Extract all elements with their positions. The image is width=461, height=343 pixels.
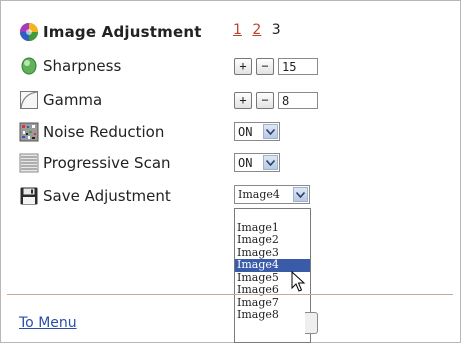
- sharpness-minus-button[interactable]: −: [256, 58, 274, 75]
- page-link-1[interactable]: 1: [233, 22, 242, 38]
- save-adjustment-value: Image4: [238, 188, 280, 201]
- sharpness-icon: [19, 56, 39, 76]
- noise-reduction-control: ON: [234, 122, 280, 141]
- page-title: Image Adjustment: [43, 23, 202, 41]
- sharpness-plus-button[interactable]: +: [234, 58, 252, 75]
- dropdown-option-highlighted[interactable]: Image4: [235, 258, 310, 272]
- noise-icon: [19, 122, 39, 142]
- dropdown-blank-row: [235, 209, 310, 222]
- noise-reduction-value: ON: [238, 124, 253, 139]
- progressive-scan-row: Progressive Scan: [19, 151, 171, 175]
- partially-hidden-button[interactable]: [305, 312, 318, 334]
- progressive-scan-control: ON: [234, 153, 280, 172]
- dropdown-option[interactable]: Image8: [235, 308, 310, 322]
- color-wheel-icon: [19, 22, 39, 42]
- progressive-scan-select[interactable]: ON: [234, 153, 280, 172]
- save-adjustment-row: Save Adjustment: [19, 184, 171, 208]
- progressive-scan-label: Progressive Scan: [43, 154, 171, 172]
- dropdown-option[interactable]: Image2: [235, 233, 310, 247]
- gamma-value-field[interactable]: 8: [278, 92, 318, 109]
- current-page: 3: [271, 22, 281, 38]
- gamma-curve-icon: [19, 90, 39, 110]
- page-link-2[interactable]: 2: [252, 22, 261, 38]
- sharpness-row: Sharpness: [19, 54, 121, 78]
- noise-reduction-row: Noise Reduction: [19, 120, 164, 144]
- floppy-disk-icon: [19, 186, 39, 206]
- save-adjustment-label: Save Adjustment: [43, 187, 171, 205]
- sharpness-value-field[interactable]: 15: [278, 58, 318, 75]
- page-selector: 1 2 3: [233, 22, 281, 38]
- progressive-scan-icon: [19, 153, 39, 173]
- sharpness-label: Sharpness: [43, 57, 122, 75]
- chevron-down-icon[interactable]: [263, 155, 278, 170]
- gamma-plus-button[interactable]: +: [234, 92, 252, 109]
- sharpness-control: + − 15: [234, 58, 318, 75]
- chevron-down-icon[interactable]: [293, 187, 308, 202]
- gamma-row: Gamma: [19, 88, 102, 112]
- noise-reduction-select[interactable]: ON: [234, 122, 280, 141]
- divider: [7, 294, 453, 295]
- settings-panel: Image Adjustment 1 2 3 Sharpness + − 15 …: [0, 0, 461, 343]
- header-row: Image Adjustment: [19, 20, 202, 44]
- noise-reduction-label: Noise Reduction: [43, 123, 165, 141]
- chevron-down-icon[interactable]: [263, 124, 278, 139]
- save-adjustment-control: Image4: [234, 185, 310, 204]
- to-menu-link[interactable]: To Menu: [19, 315, 77, 331]
- save-adjustment-select[interactable]: Image4: [234, 185, 310, 204]
- gamma-label: Gamma: [43, 91, 103, 109]
- gamma-control: + − 8: [234, 92, 318, 109]
- progressive-scan-value: ON: [238, 155, 253, 170]
- gamma-minus-button[interactable]: −: [256, 92, 274, 109]
- mouse-pointer-icon: [291, 270, 307, 297]
